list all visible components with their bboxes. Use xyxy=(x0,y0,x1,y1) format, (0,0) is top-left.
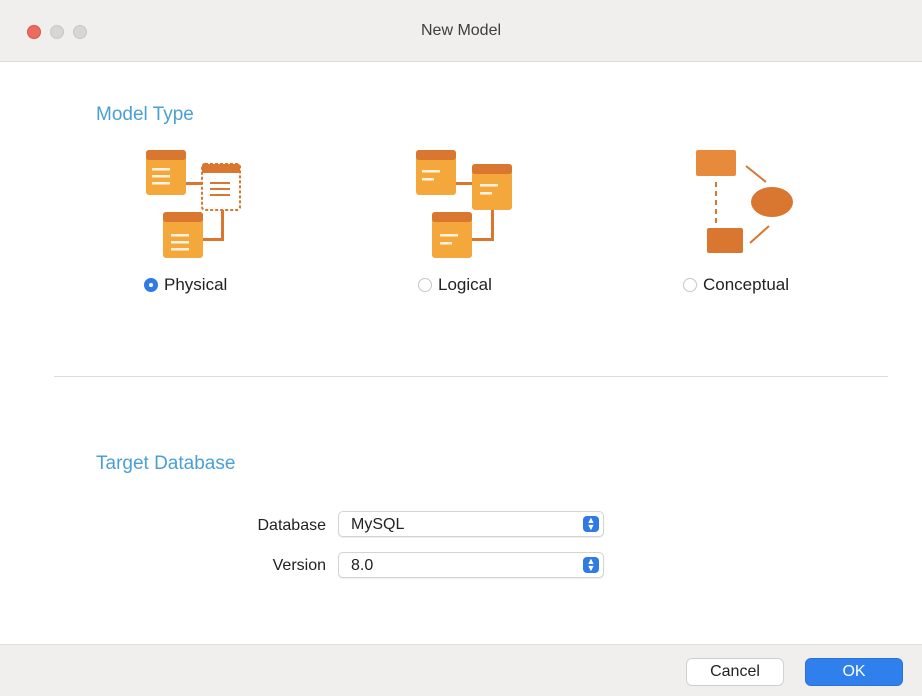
title-bar: New Model xyxy=(0,0,922,62)
conceptual-model-icon xyxy=(696,150,793,253)
physical-radio-option[interactable]: Physical xyxy=(144,275,227,295)
select-stepper-icon: ▲ ▼ xyxy=(583,516,599,532)
dialog-footer: Cancel OK xyxy=(0,644,922,696)
conceptual-radio-button[interactable] xyxy=(683,278,697,292)
database-label: Database xyxy=(257,517,327,534)
version-select[interactable]: 8.0 ▲ ▼ xyxy=(338,552,604,578)
select-stepper-icon: ▲ ▼ xyxy=(583,557,599,573)
physical-label: Physical xyxy=(164,275,228,294)
model-option-physical: Physical xyxy=(130,148,350,298)
database-select-value: MySQL xyxy=(351,516,405,533)
section-divider xyxy=(54,376,888,377)
version-label: Version xyxy=(272,557,326,574)
model-type-heading: Model Type xyxy=(96,104,194,125)
ok-button[interactable]: OK xyxy=(805,658,903,686)
physical-radio-button[interactable] xyxy=(144,278,158,292)
conceptual-radio-option[interactable]: Conceptual xyxy=(683,275,789,295)
model-option-conceptual: Conceptual xyxy=(680,148,900,298)
model-option-logical: Logical xyxy=(402,148,622,298)
logical-radio-button[interactable] xyxy=(418,278,432,292)
conceptual-label: Conceptual xyxy=(703,275,790,294)
database-select[interactable]: MySQL ▲ ▼ xyxy=(338,511,604,537)
logical-model-icon xyxy=(416,150,512,258)
target-database-heading: Target Database xyxy=(96,453,236,474)
window-title: New Model xyxy=(420,22,502,39)
logical-radio-option[interactable]: Logical xyxy=(418,275,492,295)
physical-model-icon xyxy=(146,150,241,258)
logical-label: Logical xyxy=(438,275,492,294)
cancel-button[interactable]: Cancel xyxy=(686,658,784,686)
version-select-value: 8.0 xyxy=(351,557,374,574)
